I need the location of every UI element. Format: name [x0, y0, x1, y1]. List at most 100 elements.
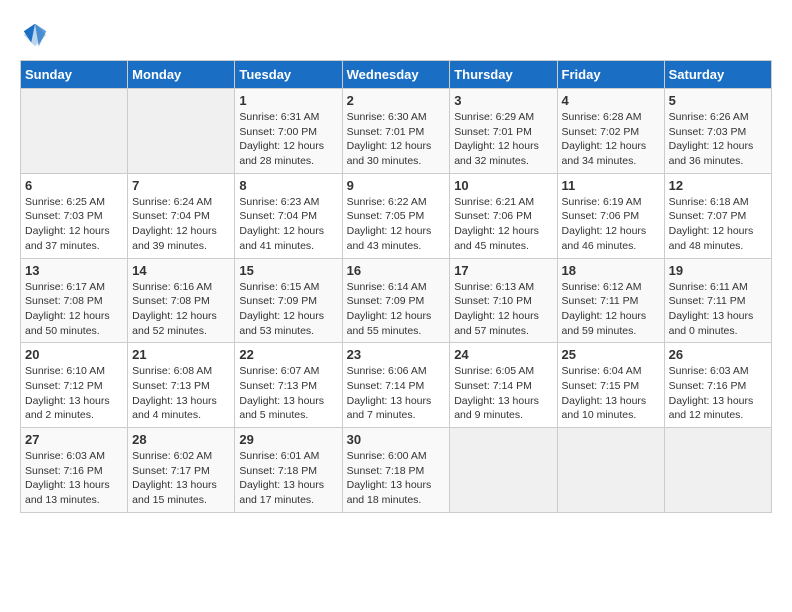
day-number: 11 — [562, 178, 660, 193]
calendar-cell: 21 Sunrise: 6:08 AMSunset: 7:13 PMDayligh… — [128, 343, 235, 428]
calendar-cell: 25Sunrise: 6:04 AMSunset: 7:15 PMDayligh… — [557, 343, 664, 428]
calendar-cell: 29 Sunrise: 6:01 AMSunset: 7:18 PMDayligh… — [235, 428, 342, 513]
day-number: 19 — [669, 263, 767, 278]
day-info: Sunrise: 6:29 AMSunset: 7:01 PMDaylight:… — [454, 110, 552, 169]
day-number: 20 — [25, 347, 123, 362]
day-number: 21 — [132, 347, 230, 362]
page-header — [20, 20, 772, 50]
calendar-cell: 10 Sunrise: 6:21 AMSunset: 7:06 PMDayligh… — [450, 173, 557, 258]
day-info: Sunrise: 6:13 AMSunset: 7:10 PMDaylight:… — [454, 280, 552, 339]
day-info: Sunrise: 6:26 AMSunset: 7:03 PMDaylight:… — [669, 110, 767, 169]
calendar-cell: 20 Sunrise: 6:10 AMSunset: 7:12 PMDayligh… — [21, 343, 128, 428]
day-number: 24 — [454, 347, 552, 362]
day-number: 1 — [239, 93, 337, 108]
day-number: 4 — [562, 93, 660, 108]
day-number: 14 — [132, 263, 230, 278]
calendar-cell: 13 Sunrise: 6:17 AMSunset: 7:08 PMDayligh… — [21, 258, 128, 343]
calendar-cell: 24 Sunrise: 6:05 AMSunset: 7:14 PMDayligh… — [450, 343, 557, 428]
day-number: 6 — [25, 178, 123, 193]
day-number: 10 — [454, 178, 552, 193]
calendar-cell: 19 Sunrise: 6:11 AMSunset: 7:11 PMDayligh… — [664, 258, 771, 343]
day-info: Sunrise: 6:10 AMSunset: 7:12 PMDaylight:… — [25, 364, 123, 423]
day-info: Sunrise: 6:30 AMSunset: 7:01 PMDaylight:… — [347, 110, 446, 169]
day-number: 22 — [239, 347, 337, 362]
day-info: Sunrise: 6:19 AMSunset: 7:06 PMDaylight:… — [562, 195, 660, 254]
day-number: 3 — [454, 93, 552, 108]
day-number: 5 — [669, 93, 767, 108]
day-info: Sunrise: 6:31 AMSunset: 7:00 PMDaylight:… — [239, 110, 337, 169]
day-info: Sunrise: 6:08 AMSunset: 7:13 PMDaylight:… — [132, 364, 230, 423]
day-info: Sunrise: 6:14 AMSunset: 7:09 PMDaylight:… — [347, 280, 446, 339]
day-number: 13 — [25, 263, 123, 278]
calendar-table: SundayMondayTuesdayWednesdayThursdayFrid… — [20, 60, 772, 513]
day-info: Sunrise: 6:24 AMSunset: 7:04 PMDaylight:… — [132, 195, 230, 254]
weekday-header: Wednesday — [342, 61, 450, 89]
calendar-cell: 17 Sunrise: 6:13 AMSunset: 7:10 PMDayligh… — [450, 258, 557, 343]
calendar-cell: 6 Sunrise: 6:25 AMSunset: 7:03 PMDaylight… — [21, 173, 128, 258]
calendar-cell: 7 Sunrise: 6:24 AMSunset: 7:04 PMDaylight… — [128, 173, 235, 258]
day-number: 25 — [562, 347, 660, 362]
day-info: Sunrise: 6:05 AMSunset: 7:14 PMDaylight:… — [454, 364, 552, 423]
day-info: Sunrise: 6:25 AMSunset: 7:03 PMDaylight:… — [25, 195, 123, 254]
weekday-header: Friday — [557, 61, 664, 89]
calendar-cell — [450, 428, 557, 513]
calendar-cell — [557, 428, 664, 513]
day-info: Sunrise: 6:03 AMSunset: 7:16 PMDaylight:… — [669, 364, 767, 423]
calendar-cell: 23 Sunrise: 6:06 AMSunset: 7:14 PMDayligh… — [342, 343, 450, 428]
calendar-cell: 11 Sunrise: 6:19 AMSunset: 7:06 PMDayligh… — [557, 173, 664, 258]
calendar-cell: 16 Sunrise: 6:14 AMSunset: 7:09 PMDayligh… — [342, 258, 450, 343]
day-number: 8 — [239, 178, 337, 193]
calendar-cell: 5 Sunrise: 6:26 AMSunset: 7:03 PMDaylight… — [664, 89, 771, 174]
day-info: Sunrise: 6:22 AMSunset: 7:05 PMDaylight:… — [347, 195, 446, 254]
calendar-cell — [21, 89, 128, 174]
day-info: Sunrise: 6:00 AMSunset: 7:18 PMDaylight:… — [347, 449, 446, 508]
calendar-cell: 27 Sunrise: 6:03 AMSunset: 7:16 PMDayligh… — [21, 428, 128, 513]
day-number: 12 — [669, 178, 767, 193]
weekday-header: Sunday — [21, 61, 128, 89]
calendar-cell: 1 Sunrise: 6:31 AMSunset: 7:00 PMDaylight… — [235, 89, 342, 174]
weekday-header: Thursday — [450, 61, 557, 89]
calendar-cell: 8 Sunrise: 6:23 AMSunset: 7:04 PMDaylight… — [235, 173, 342, 258]
calendar-cell: 28 Sunrise: 6:02 AMSunset: 7:17 PMDayligh… — [128, 428, 235, 513]
weekday-header: Monday — [128, 61, 235, 89]
calendar-cell: 4 Sunrise: 6:28 AMSunset: 7:02 PMDaylight… — [557, 89, 664, 174]
calendar-cell: 18 Sunrise: 6:12 AMSunset: 7:11 PMDayligh… — [557, 258, 664, 343]
day-number: 28 — [132, 432, 230, 447]
day-number: 16 — [347, 263, 446, 278]
day-info: Sunrise: 6:21 AMSunset: 7:06 PMDaylight:… — [454, 195, 552, 254]
calendar-cell: 22 Sunrise: 6:07 AMSunset: 7:13 PMDayligh… — [235, 343, 342, 428]
day-info: Sunrise: 6:06 AMSunset: 7:14 PMDaylight:… — [347, 364, 446, 423]
day-info: Sunrise: 6:28 AMSunset: 7:02 PMDaylight:… — [562, 110, 660, 169]
day-info: Sunrise: 6:12 AMSunset: 7:11 PMDaylight:… — [562, 280, 660, 339]
day-number: 9 — [347, 178, 446, 193]
day-number: 23 — [347, 347, 446, 362]
day-info: Sunrise: 6:07 AMSunset: 7:13 PMDaylight:… — [239, 364, 337, 423]
day-info: Sunrise: 6:15 AMSunset: 7:09 PMDaylight:… — [239, 280, 337, 339]
calendar-cell: 15 Sunrise: 6:15 AMSunset: 7:09 PMDayligh… — [235, 258, 342, 343]
day-info: Sunrise: 6:23 AMSunset: 7:04 PMDaylight:… — [239, 195, 337, 254]
calendar-cell — [664, 428, 771, 513]
day-info: Sunrise: 6:17 AMSunset: 7:08 PMDaylight:… — [25, 280, 123, 339]
calendar-cell: 14Sunrise: 6:16 AMSunset: 7:08 PMDayligh… — [128, 258, 235, 343]
calendar-cell: 30 Sunrise: 6:00 AMSunset: 7:18 PMDayligh… — [342, 428, 450, 513]
calendar-cell: 26 Sunrise: 6:03 AMSunset: 7:16 PMDayligh… — [664, 343, 771, 428]
day-info: Sunrise: 6:03 AMSunset: 7:16 PMDaylight:… — [25, 449, 123, 508]
day-number: 26 — [669, 347, 767, 362]
day-number: 30 — [347, 432, 446, 447]
day-info: Sunrise: 6:11 AMSunset: 7:11 PMDaylight:… — [669, 280, 767, 339]
day-number: 15 — [239, 263, 337, 278]
day-number: 18 — [562, 263, 660, 278]
weekday-header: Saturday — [664, 61, 771, 89]
day-number: 17 — [454, 263, 552, 278]
day-number: 29 — [239, 432, 337, 447]
day-number: 27 — [25, 432, 123, 447]
day-number: 7 — [132, 178, 230, 193]
calendar-cell — [128, 89, 235, 174]
day-number: 2 — [347, 93, 446, 108]
calendar-cell: 2 Sunrise: 6:30 AMSunset: 7:01 PMDaylight… — [342, 89, 450, 174]
day-info: Sunrise: 6:18 AMSunset: 7:07 PMDaylight:… — [669, 195, 767, 254]
calendar-cell: 3 Sunrise: 6:29 AMSunset: 7:01 PMDaylight… — [450, 89, 557, 174]
day-info: Sunrise: 6:01 AMSunset: 7:18 PMDaylight:… — [239, 449, 337, 508]
calendar-cell: 12 Sunrise: 6:18 AMSunset: 7:07 PMDayligh… — [664, 173, 771, 258]
day-info: Sunrise: 6:02 AMSunset: 7:17 PMDaylight:… — [132, 449, 230, 508]
